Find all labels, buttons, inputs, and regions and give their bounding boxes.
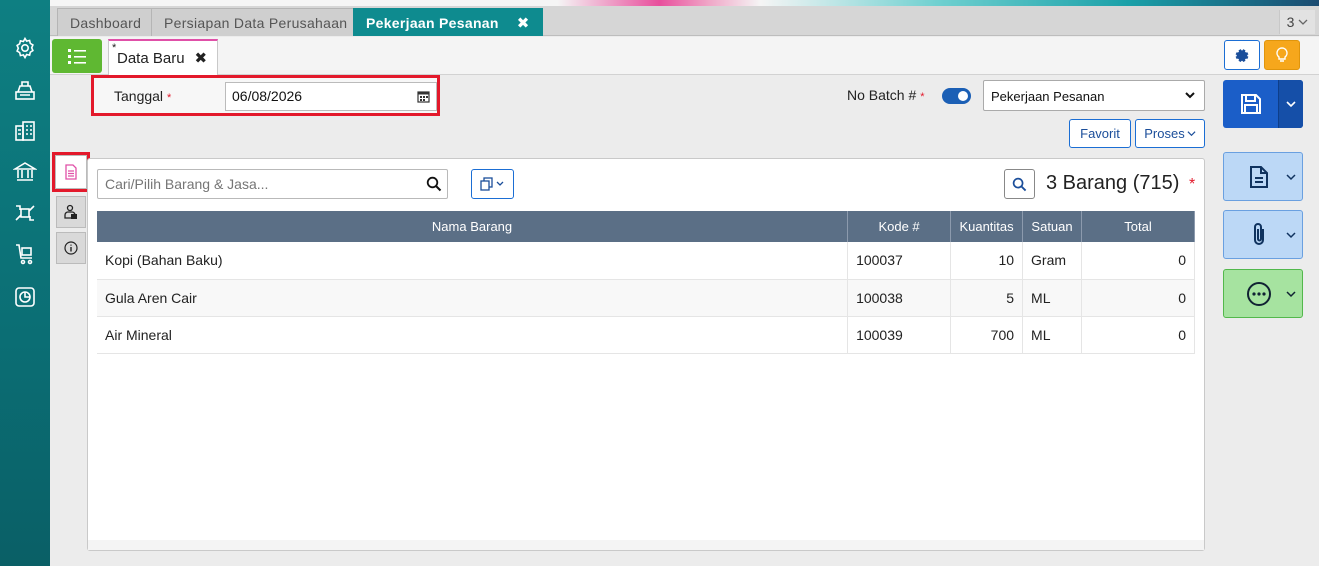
cell-nama: Gula Aren Cair <box>97 279 849 317</box>
advanced-search-button[interactable] <box>1004 169 1035 199</box>
tab-dashboard[interactable]: Dashboard <box>57 8 155 36</box>
cart-icon[interactable] <box>12 241 38 267</box>
tanggal-field-group: Tanggal * 06/08/2026 <box>91 75 440 116</box>
user-badge-icon <box>64 204 77 219</box>
tab-persiapan-data[interactable]: Persiapan Data Perusahaan <box>151 8 361 36</box>
save-icon <box>1240 94 1261 114</box>
table-header-row: Nama Barang Kode # Kuantitas Satuan Tota… <box>97 211 1195 242</box>
document-toolbar: * Data Baru ✖ <box>50 37 1319 75</box>
close-tab-icon[interactable]: ✖ <box>517 14 530 32</box>
chevron-down-icon <box>1286 101 1296 108</box>
save-options-dropdown[interactable] <box>1278 80 1303 128</box>
copy-items-button[interactable] <box>471 169 514 199</box>
tanggal-input[interactable]: 06/08/2026 <box>225 82 437 111</box>
cell-total: 0 <box>1081 242 1195 280</box>
chevron-down-icon <box>1187 131 1196 137</box>
cell-qty: 700 <box>950 316 1024 354</box>
col-total[interactable]: Total <box>1081 211 1195 242</box>
cell-nama: Kopi (Bahan Baku) <box>97 242 849 280</box>
form-settings-button[interactable] <box>1224 40 1260 70</box>
report-icon[interactable] <box>12 284 38 310</box>
cell-kode: 100037 <box>847 242 952 280</box>
col-kode[interactable]: Kode # <box>847 211 952 242</box>
vtab-detail-items[interactable] <box>52 152 90 192</box>
chevron-down-icon <box>1286 174 1296 181</box>
cell-qty: 5 <box>950 279 1024 317</box>
no-batch-label: No Batch # * <box>847 87 925 103</box>
document-icon <box>65 164 77 180</box>
chevron-down-icon <box>1286 291 1296 298</box>
vtab-person[interactable] <box>56 196 86 228</box>
col-nama-barang[interactable]: Nama Barang <box>97 211 849 242</box>
chevron-down-icon <box>1298 19 1308 25</box>
cashier-icon[interactable] <box>12 77 38 103</box>
copy-icon <box>479 177 503 191</box>
settings-icon[interactable] <box>12 35 38 61</box>
cell-total: 0 <box>1081 316 1195 354</box>
search-icon[interactable] <box>426 176 442 192</box>
chevron-down-icon <box>1286 232 1296 239</box>
col-kuantitas[interactable]: Kuantitas <box>950 211 1024 242</box>
lightbulb-icon <box>1276 47 1288 62</box>
table-row[interactable]: Gula Aren Cair 100038 5 ML 0 <box>97 279 1195 317</box>
info-icon <box>64 241 78 255</box>
close-doc-icon[interactable]: ✖ <box>195 49 208 67</box>
main-sidebar <box>0 0 50 566</box>
gear-icon <box>1235 49 1249 62</box>
item-search[interactable] <box>97 169 448 199</box>
document-button[interactable] <box>1223 152 1303 201</box>
tab-pekerjaan-pesanan[interactable]: Pekerjaan Pesanan ✖ <box>353 8 543 36</box>
cell-nama: Air Mineral <box>97 316 849 354</box>
bank-icon[interactable] <box>12 159 38 185</box>
cell-kode: 100038 <box>847 279 952 317</box>
calendar-icon[interactable] <box>417 90 430 103</box>
attachment-button[interactable] <box>1223 210 1303 259</box>
item-count: 3 Barang (715) * <box>1046 172 1196 194</box>
save-button-group <box>1223 80 1303 128</box>
inventory-icon[interactable] <box>12 200 38 226</box>
table-row[interactable]: Air Mineral 100039 700 ML 0 <box>97 316 1195 354</box>
cell-kode: 100039 <box>847 316 952 354</box>
list-icon <box>68 49 86 64</box>
paperclip-icon <box>1254 222 1264 245</box>
items-panel: 3 Barang (715) * Nama Barang Kode # Kuan… <box>87 158 1205 551</box>
tanggal-label: Tanggal * <box>114 88 172 104</box>
list-view-button[interactable] <box>52 39 102 73</box>
proses-button[interactable]: Proses <box>1135 119 1205 148</box>
tips-button[interactable] <box>1264 40 1300 70</box>
cell-satuan: ML <box>1022 316 1083 354</box>
document-icon <box>1250 165 1268 188</box>
item-search-input[interactable] <box>98 170 408 198</box>
vtab-info[interactable] <box>56 232 86 264</box>
items-table: Nama Barang Kode # Kuantitas Satuan Tota… <box>97 211 1195 354</box>
cell-satuan: ML <box>1022 279 1083 317</box>
save-button[interactable] <box>1223 80 1278 128</box>
doc-tab-data-baru[interactable]: * Data Baru ✖ <box>108 39 218 75</box>
more-dots-icon <box>1247 281 1271 306</box>
table-row[interactable]: Kopi (Bahan Baku) 100037 10 Gram 0 <box>97 242 1195 280</box>
cell-satuan: Gram <box>1022 242 1083 280</box>
favorit-button[interactable]: Favorit <box>1069 119 1131 148</box>
search-icon <box>1012 177 1027 191</box>
batch-toggle[interactable] <box>942 88 971 104</box>
panel-footer <box>88 540 1204 550</box>
batch-select[interactable]: Pekerjaan Pesanan <box>983 80 1205 111</box>
chevron-down-icon <box>1185 92 1195 99</box>
more-options-button[interactable] <box>1223 269 1303 318</box>
tab-count-dropdown[interactable]: 3 <box>1279 10 1315 34</box>
col-satuan[interactable]: Satuan <box>1022 211 1083 242</box>
building-icon[interactable] <box>12 118 38 144</box>
cell-qty: 10 <box>950 242 1024 280</box>
window-tabbar: Dashboard Persiapan Data Perusahaan Peke… <box>50 6 1319 36</box>
cell-total: 0 <box>1081 279 1195 317</box>
